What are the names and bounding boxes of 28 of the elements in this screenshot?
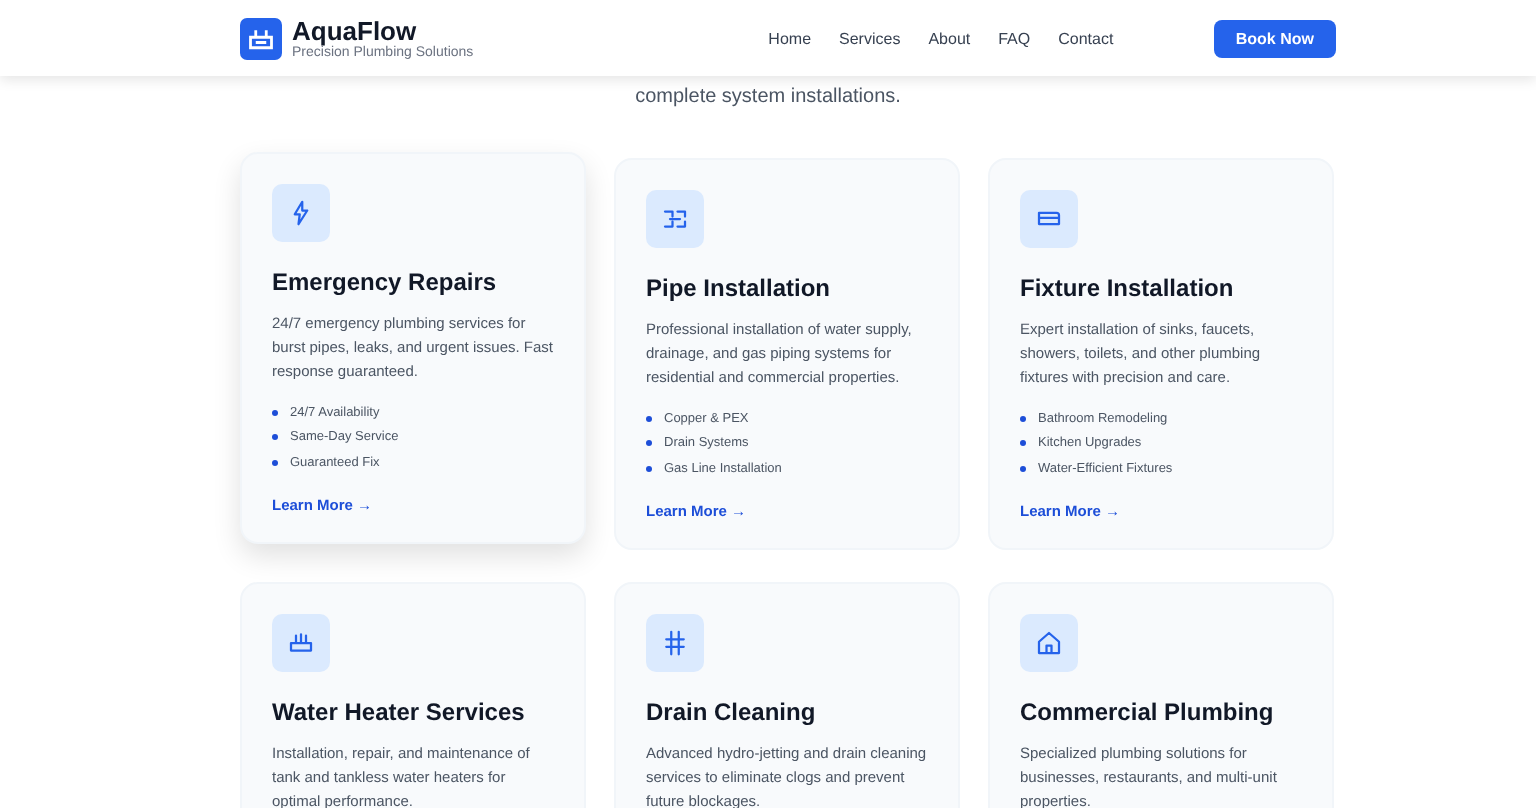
bullet-icon <box>1020 440 1026 447</box>
drain-icon <box>660 627 690 657</box>
bullet-icon <box>272 459 278 466</box>
brand-name: AquaFlow <box>292 17 417 45</box>
pipes-icon <box>660 204 690 234</box>
nav-link[interactable]: About <box>928 29 971 47</box>
bullet-icon <box>1020 415 1026 422</box>
card-title: Pipe Installation <box>646 274 833 302</box>
nav-link[interactable]: Services <box>839 29 901 47</box>
nav-link[interactable]: Contact <box>1058 29 1114 47</box>
card-title: Fixture Installation <box>1020 274 1236 302</box>
nav-link[interactable]: Home <box>768 29 812 47</box>
bullet-icon <box>646 465 652 472</box>
bullet-icon <box>646 415 652 422</box>
heater-icon <box>286 627 316 657</box>
card-title: Drain Cleaning <box>646 697 818 725</box>
logo-icon <box>240 17 282 59</box>
bullet-icon <box>1020 465 1026 472</box>
card-title: Water Heater Services <box>272 697 527 725</box>
card-title: Emergency Repairs <box>272 268 499 296</box>
bullet-icon <box>646 440 652 447</box>
book-now-button[interactable]: Book Now <box>1213 19 1336 57</box>
intro-text: complete system installations. <box>633 86 903 110</box>
bullet-icon <box>272 409 278 416</box>
card-title: Commercial Plumbing <box>1020 697 1276 725</box>
nav-link[interactable]: FAQ <box>998 29 1031 47</box>
bullet-icon <box>272 434 278 441</box>
house-icon <box>1034 627 1064 657</box>
